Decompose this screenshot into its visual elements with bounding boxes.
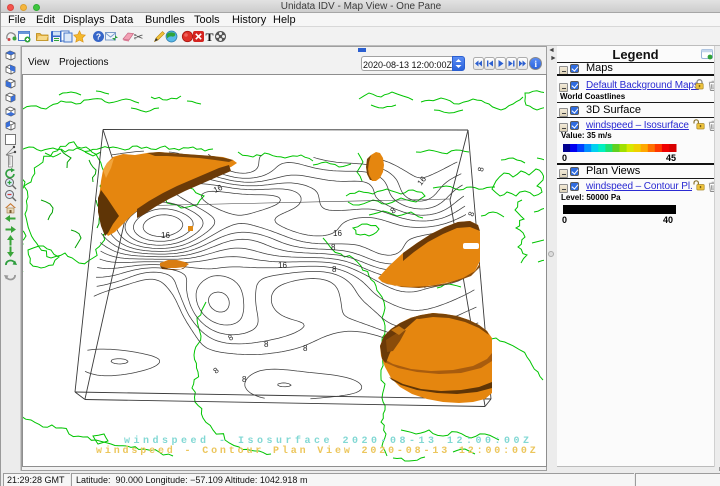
svg-text:16: 16 xyxy=(278,261,287,270)
svg-text:8: 8 xyxy=(264,340,269,349)
svg-text:8: 8 xyxy=(331,243,336,252)
svg-text:16: 16 xyxy=(161,231,170,240)
svg-text:8: 8 xyxy=(332,265,337,274)
svg-text:8: 8 xyxy=(242,375,247,384)
svg-text:T: T xyxy=(205,30,213,43)
svg-text:8: 8 xyxy=(303,344,308,353)
svg-text:✂: ✂ xyxy=(133,30,143,43)
svg-text:16: 16 xyxy=(333,229,342,238)
svg-text:windspeed - Contour Plan View: windspeed - Contour Plan View 2020-08-13… xyxy=(96,445,539,457)
svg-text:?: ? xyxy=(96,32,101,42)
